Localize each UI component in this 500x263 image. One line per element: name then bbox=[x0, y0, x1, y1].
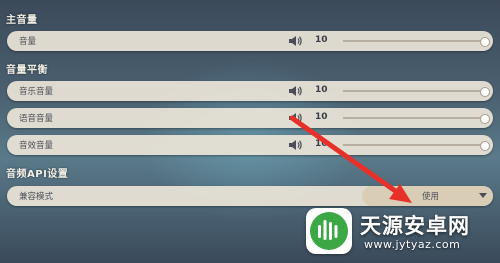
row-label: 音量 bbox=[19, 37, 37, 47]
android-logo-icon bbox=[310, 212, 348, 250]
speaker-icon bbox=[289, 140, 302, 150]
volume-slider-knob[interactable] bbox=[480, 37, 490, 47]
volume-slider-knob[interactable] bbox=[480, 114, 490, 124]
speaker-icon bbox=[289, 86, 302, 96]
speaker-icon bbox=[289, 36, 302, 46]
volume-slider-track[interactable] bbox=[343, 90, 485, 92]
volume-value: 10 bbox=[315, 85, 328, 95]
row-master-volume[interactable]: 音量 10 bbox=[7, 31, 493, 51]
compat-mode-dropdown[interactable]: 使用 bbox=[362, 186, 493, 206]
watermark: 天源安卓网 www.jytyaz.com bbox=[306, 208, 496, 260]
volume-slider-knob[interactable] bbox=[480, 87, 490, 97]
row-label: 兼容模式 bbox=[19, 192, 54, 202]
row-label: 音乐音量 bbox=[19, 87, 54, 97]
row-sfx-volume[interactable]: 音效音量 10 bbox=[7, 135, 493, 155]
section-title-balance: 音量平衡 bbox=[6, 65, 48, 76]
chevron-down-icon bbox=[479, 193, 487, 198]
volume-value: 10 bbox=[315, 139, 328, 149]
watermark-site-name: 天源安卓网 bbox=[360, 214, 470, 238]
volume-slider-knob[interactable] bbox=[480, 141, 490, 151]
volume-slider-track[interactable] bbox=[343, 144, 485, 146]
section-title-master: 主音量 bbox=[6, 15, 38, 26]
site-logo bbox=[306, 208, 352, 254]
row-label: 语音音量 bbox=[19, 114, 54, 124]
section-title-api: 音频API设置 bbox=[6, 169, 69, 180]
volume-slider-track[interactable] bbox=[343, 117, 485, 119]
watermark-url: www.jytyaz.com bbox=[364, 238, 461, 251]
dropdown-value: 使用 bbox=[422, 192, 440, 202]
row-music-volume[interactable]: 音乐音量 10 bbox=[7, 81, 493, 101]
speaker-icon bbox=[289, 113, 302, 123]
volume-slider-track[interactable] bbox=[343, 40, 485, 42]
row-voice-volume[interactable]: 语音音量 10 bbox=[7, 108, 493, 128]
row-compat-mode: 兼容模式 使用 bbox=[7, 186, 493, 206]
row-label: 音效音量 bbox=[19, 141, 54, 151]
volume-value: 10 bbox=[315, 35, 328, 45]
volume-value: 10 bbox=[315, 112, 328, 122]
